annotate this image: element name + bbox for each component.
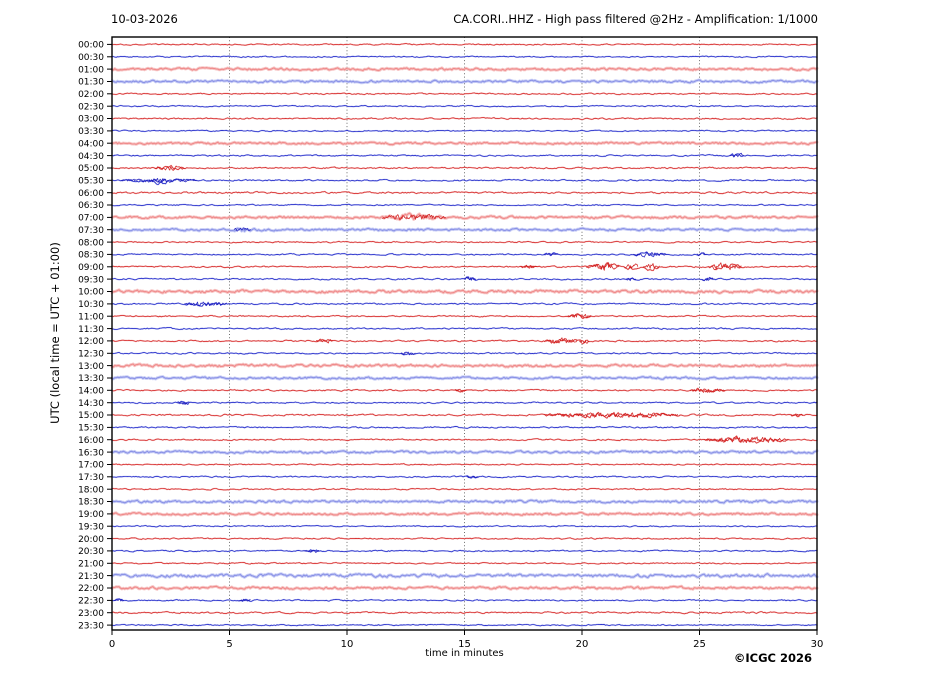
y-tick-label-01:00: 01:00 xyxy=(78,65,104,75)
x-tick-label-30: 30 xyxy=(811,639,824,650)
y-tick-label-19:30: 19:30 xyxy=(78,522,104,532)
y-tick-label-04:30: 04:30 xyxy=(78,152,104,162)
x-tick-label-0: 0 xyxy=(109,639,115,650)
y-tick-label-20:30: 20:30 xyxy=(78,547,104,557)
y-tick-label-08:00: 08:00 xyxy=(78,238,104,248)
y-tick-label-11:00: 11:00 xyxy=(78,312,104,322)
y-tick-label-23:00: 23:00 xyxy=(78,609,104,619)
x-tick-label-10: 10 xyxy=(341,639,354,650)
x-tick-label-5: 5 xyxy=(226,639,232,650)
y-axis-ticks: 00:00 00:30 01:00 01:30 02:00 02:30 03:00 03:30… xyxy=(78,41,112,631)
y-tick-label-02:30: 02:30 xyxy=(78,102,104,112)
y-tick-label-07:30: 07:30 xyxy=(78,226,104,236)
y-tick-label-08:30: 08:30 xyxy=(78,251,104,261)
x-tick-label-25: 25 xyxy=(693,639,706,650)
y-tick-label-13:00: 13:00 xyxy=(78,362,104,372)
helicorder-plot: 00:00 00:30 01:00 01:30 02:00 02:30 03:00 03:30… xyxy=(78,36,824,650)
y-tick-label-06:00: 06:00 xyxy=(78,189,104,199)
y-tick-label-14:30: 14:30 xyxy=(78,399,104,409)
y-tick-label-05:00: 05:00 xyxy=(78,164,104,174)
y-tick-label-09:30: 09:30 xyxy=(78,275,104,285)
y-tick-label-22:00: 22:00 xyxy=(78,584,104,594)
y-tick-label-00:00: 00:00 xyxy=(78,41,104,51)
x-tick-label-15: 15 xyxy=(458,639,471,650)
x-tick-label-20: 20 xyxy=(576,639,589,650)
y-tick-label-15:30: 15:30 xyxy=(78,424,104,434)
y-tick-label-23:30: 23:30 xyxy=(78,621,104,631)
y-tick-label-01:30: 01:30 xyxy=(78,78,104,88)
y-tick-label-18:00: 18:00 xyxy=(78,485,104,495)
y-tick-label-10:00: 10:00 xyxy=(78,288,104,298)
y-tick-label-05:30: 05:30 xyxy=(78,177,104,187)
y-tick-label-13:30: 13:30 xyxy=(78,374,104,384)
y-tick-label-19:00: 19:00 xyxy=(78,510,104,520)
y-tick-label-03:00: 03:00 xyxy=(78,115,104,125)
y-tick-label-12:00: 12:00 xyxy=(78,337,104,347)
seismogram-viewer: 10-03-2026 CA.CORI..HHZ - High pass filt… xyxy=(0,0,927,696)
y-tick-label-07:00: 07:00 xyxy=(78,214,104,224)
x-axis-ticks: 0 5 10 15 20 25 30 xyxy=(109,630,824,650)
y-tick-label-03:30: 03:30 xyxy=(78,127,104,137)
gridlines xyxy=(229,37,700,630)
y-tick-label-00:30: 00:30 xyxy=(78,53,104,63)
y-tick-label-10:30: 10:30 xyxy=(78,300,104,310)
y-tick-label-21:30: 21:30 xyxy=(78,572,104,582)
y-tick-label-22:30: 22:30 xyxy=(78,597,104,607)
y-tick-label-20:00: 20:00 xyxy=(78,535,104,545)
plot-frame xyxy=(111,36,818,631)
y-tick-label-16:30: 16:30 xyxy=(78,448,104,458)
y-tick-label-18:30: 18:30 xyxy=(78,498,104,508)
y-tick-label-06:30: 06:30 xyxy=(78,201,104,211)
trace-12:00 xyxy=(111,338,818,344)
y-tick-label-04:00: 04:00 xyxy=(78,139,104,149)
y-tick-label-17:30: 17:30 xyxy=(78,473,104,483)
y-tick-label-15:00: 15:00 xyxy=(78,411,104,421)
y-tick-label-02:00: 02:00 xyxy=(78,90,104,100)
y-tick-label-21:00: 21:00 xyxy=(78,560,104,570)
y-tick-label-09:00: 09:00 xyxy=(78,263,104,273)
y-tick-label-11:30: 11:30 xyxy=(78,325,104,335)
y-tick-label-16:00: 16:00 xyxy=(78,436,104,446)
trace-event-09:00 xyxy=(623,263,639,269)
y-tick-label-14:00: 14:00 xyxy=(78,387,104,397)
y-tick-label-12:30: 12:30 xyxy=(78,350,104,360)
y-tick-label-17:00: 17:00 xyxy=(78,461,104,471)
